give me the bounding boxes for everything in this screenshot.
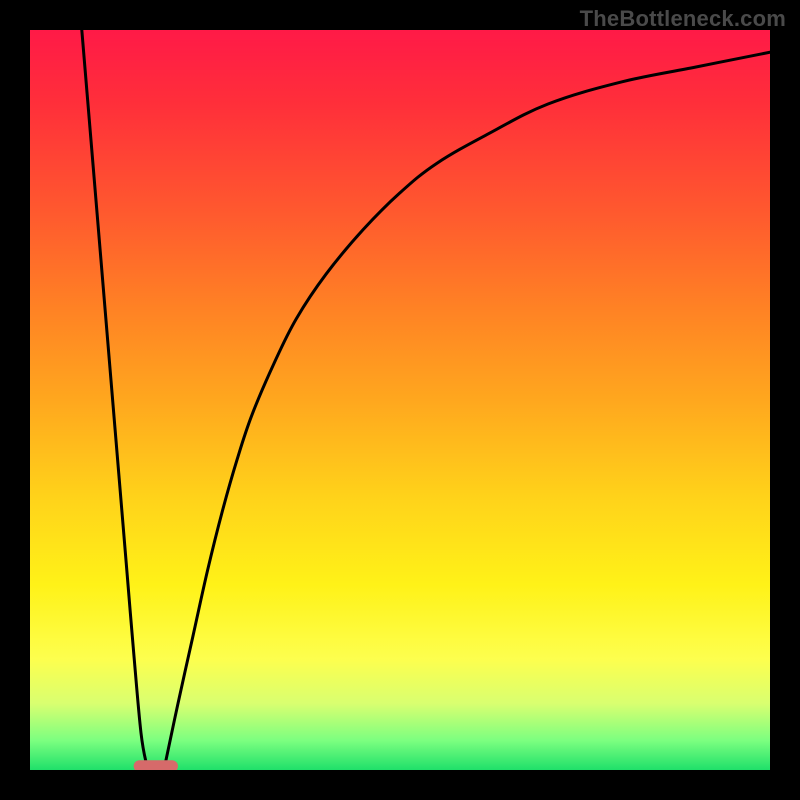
minimum-marker xyxy=(134,760,178,770)
chart-canvas xyxy=(30,30,770,770)
watermark-text: TheBottleneck.com xyxy=(580,6,786,32)
curve-right-branch xyxy=(165,52,770,766)
plot-area xyxy=(30,30,770,770)
curve-left-branch xyxy=(82,30,147,766)
chart-frame: TheBottleneck.com xyxy=(0,0,800,800)
